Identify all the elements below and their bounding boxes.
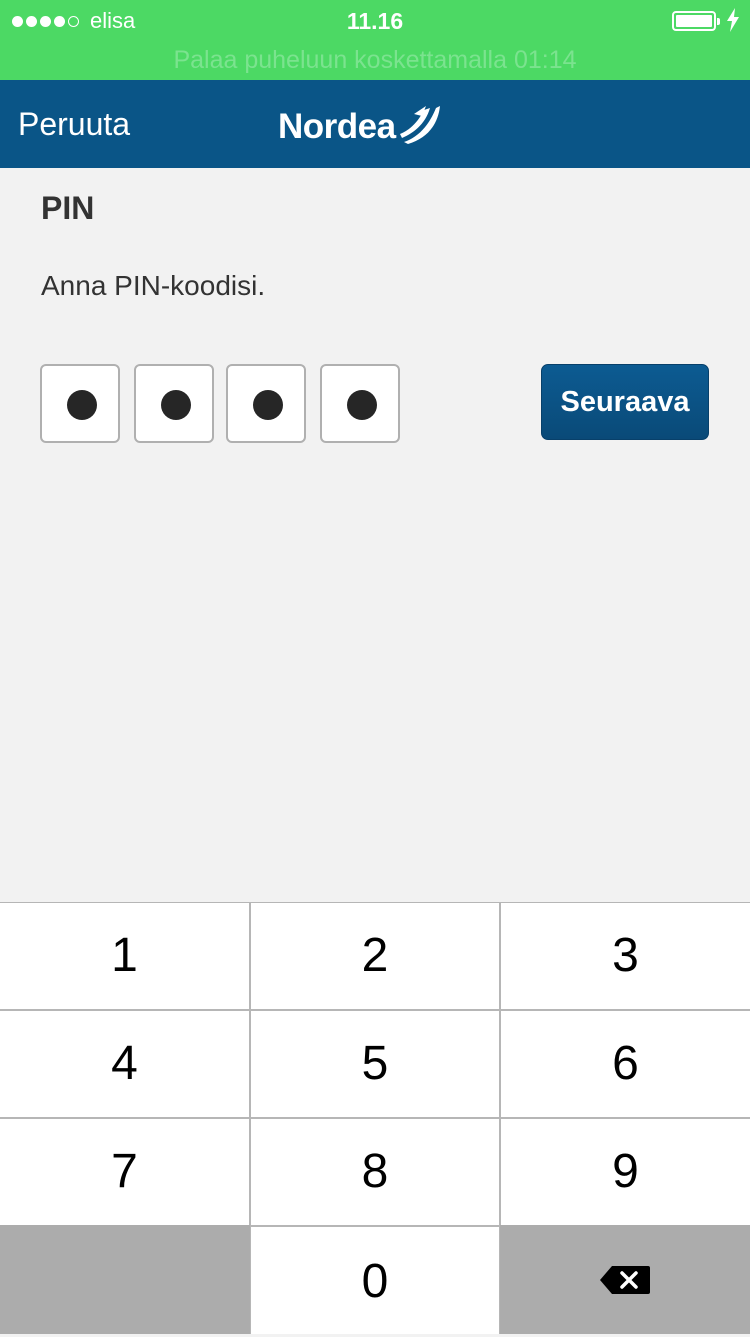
pin-entry-panel: PIN Anna PIN-koodisi. Seuraava [0,168,750,902]
key-label: 3 [612,929,639,982]
backspace-key[interactable] [500,1225,750,1334]
nordea-logo: Nordea [278,100,442,150]
status-time: 11.16 [346,8,404,34]
key-1[interactable]: 1 [0,903,249,1009]
status-bar: elisa 11.16 Palaa puheluun koskettamalla… [0,0,750,80]
pin-digit-box-1[interactable] [40,364,120,443]
pin-instruction: Anna PIN-koodisi. [41,270,266,301]
key-4[interactable]: 4 [0,1011,249,1117]
key-8[interactable]: 8 [251,1119,499,1225]
key-0[interactable]: 0 [251,1227,499,1334]
key-label: 8 [361,1145,389,1198]
pin-digit-box-4[interactable] [320,364,400,443]
cancel-button[interactable]: Peruuta [18,80,130,168]
key-empty [0,1225,250,1334]
pin-digit-box-3[interactable] [226,364,306,443]
key-label: 6 [612,1037,639,1090]
key-2[interactable]: 2 [251,903,499,1009]
pin-digit-box-2[interactable] [134,364,214,443]
key-5[interactable]: 5 [251,1011,499,1117]
key-label: 7 [111,1145,138,1198]
pin-dot [253,390,283,420]
key-label: 4 [111,1037,138,1090]
key-label: 9 [612,1145,639,1198]
pin-dot [67,390,97,420]
return-to-call-banner[interactable]: Palaa puheluun koskettamalla 01:14 [0,42,750,78]
key-label: 0 [361,1255,389,1308]
pin-dot [161,390,191,420]
key-label: 1 [111,929,138,982]
key-9[interactable]: 9 [501,1119,750,1225]
nordea-sail-icon [399,106,440,144]
pin-dot [347,390,377,420]
navigation-bar: Peruuta Nordea [0,80,750,168]
key-label: 2 [361,929,389,982]
next-button[interactable]: Seuraava [541,364,709,440]
charging-bolt-icon [727,8,739,32]
key-3[interactable]: 3 [501,903,750,1009]
battery-icon [672,11,720,31]
backspace-icon [600,1266,650,1294]
numeric-keypad: 1 2 3 4 5 6 7 8 9 0 [0,902,750,1334]
logo-text: Nordea [278,107,396,146]
page-title: PIN [41,190,95,226]
key-7[interactable]: 7 [0,1119,249,1225]
key-6[interactable]: 6 [501,1011,750,1117]
key-label: 5 [361,1037,389,1090]
